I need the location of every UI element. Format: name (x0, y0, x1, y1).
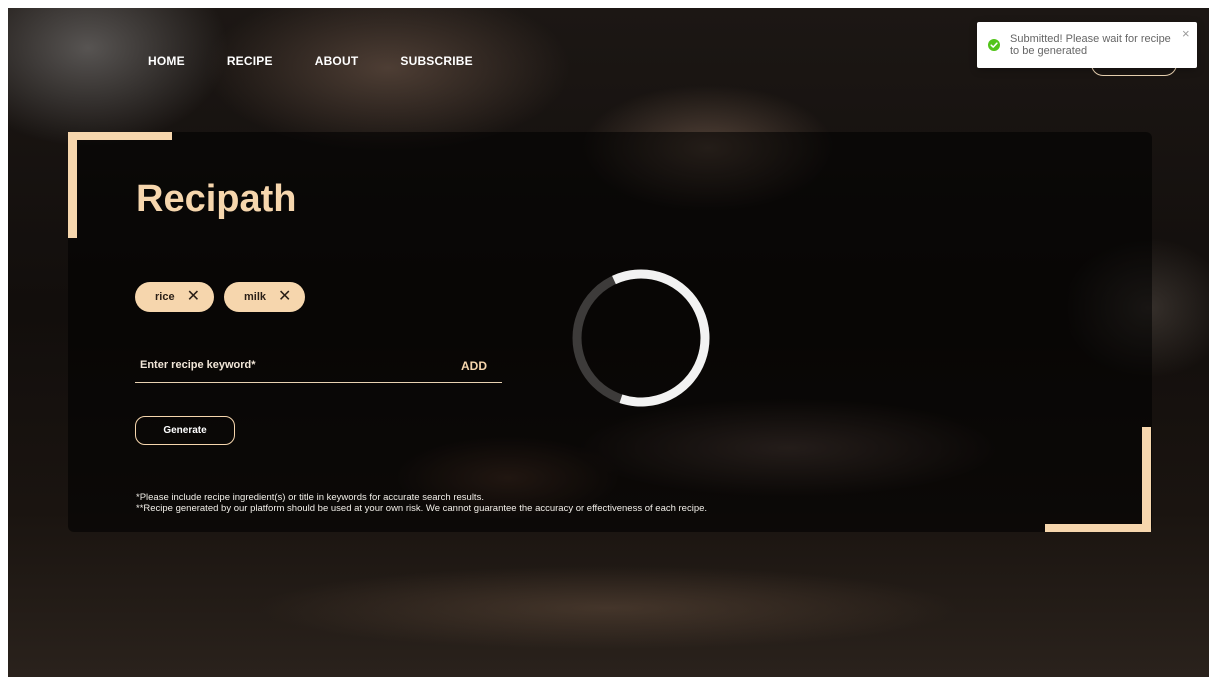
add-button[interactable]: ADD (461, 359, 487, 373)
corner-decoration-top-left-vertical (68, 132, 77, 238)
generate-button[interactable]: Generate (135, 416, 235, 445)
loading-spinner-icon (572, 269, 710, 407)
corner-decoration-bottom-right (1045, 524, 1151, 532)
chip-label: milk (243, 291, 266, 303)
close-icon[interactable]: × (1182, 27, 1190, 40)
spinner-arc (572, 269, 710, 407)
nav-home[interactable]: HOME (148, 54, 185, 68)
keyword-chip-rice: rice ✕ (135, 282, 214, 312)
nav-subscribe[interactable]: SUBSCRIBE (400, 54, 472, 68)
corner-decoration-bottom-right-vertical (1142, 427, 1151, 532)
chip-label: rice (155, 291, 175, 303)
top-nav: HOME RECIPE ABOUT SUBSCRIBE (148, 54, 515, 68)
page-title: Recipath (136, 178, 297, 220)
disclaimer-notes: *Please include recipe ingredient(s) or … (136, 492, 707, 514)
check-circle-icon (988, 39, 1000, 51)
close-icon[interactable]: ✕ (187, 289, 200, 305)
keyword-chip-list: rice ✕ milk ✕ (135, 282, 306, 312)
disclaimer-note-2: **Recipe generated by our platform shoul… (136, 503, 708, 514)
nav-about[interactable]: ABOUT (315, 54, 359, 68)
keyword-input[interactable] (138, 354, 442, 376)
keyword-field (135, 350, 502, 383)
page-background: HOME RECIPE ABOUT SUBSCRIBE Recipath ric… (8, 8, 1209, 677)
success-toast: Submitted! Please wait for recipe to be … (977, 22, 1197, 68)
nav-recipe[interactable]: RECIPE (227, 54, 273, 68)
disclaimer-note-1: *Please include recipe ingredient(s) or … (136, 492, 484, 503)
close-icon[interactable]: ✕ (278, 289, 291, 305)
toast-message: Submitted! Please wait for recipe to be … (1010, 33, 1171, 57)
keyword-chip-milk: milk ✕ (223, 282, 306, 312)
corner-decoration-top-left (68, 132, 172, 140)
